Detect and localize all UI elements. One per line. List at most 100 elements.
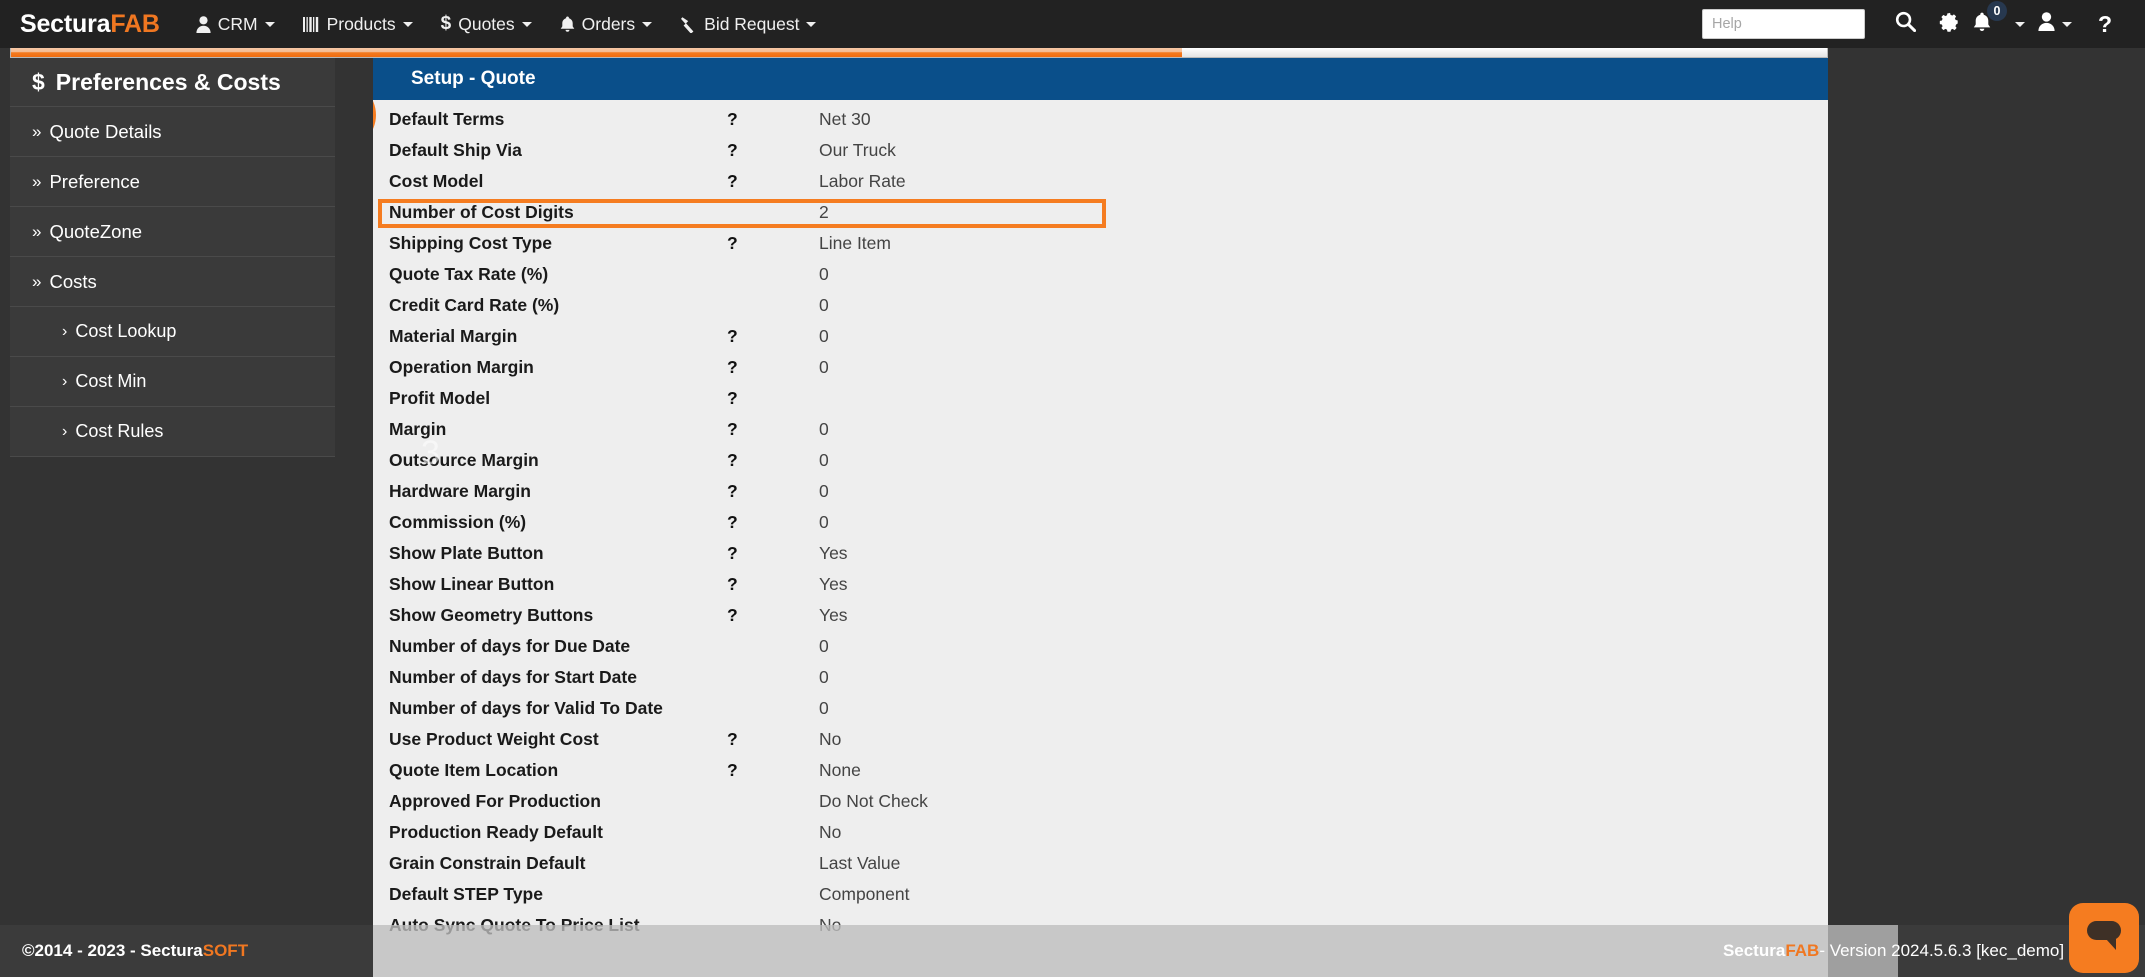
sidebar-item-quotezone[interactable]: » QuoteZone bbox=[10, 207, 335, 257]
table-row[interactable]: Quote Item Location?None bbox=[373, 755, 1828, 786]
setting-value[interactable]: Labor Rate bbox=[819, 171, 906, 192]
setting-label: Cost Model bbox=[389, 171, 727, 192]
setting-help-icon[interactable]: ? bbox=[727, 419, 819, 440]
account-button[interactable] bbox=[2027, 0, 2083, 48]
chevron-double-right-icon: » bbox=[32, 172, 41, 192]
setting-label: Quote Tax Rate (%) bbox=[389, 264, 727, 285]
setting-help-icon[interactable]: ? bbox=[727, 605, 819, 626]
table-row[interactable]: Material Margin?0 bbox=[373, 321, 1828, 352]
table-row[interactable]: Number of days for Valid To Date0 bbox=[373, 693, 1828, 724]
setting-value[interactable]: 0 bbox=[819, 264, 829, 285]
nav-item-bid-request[interactable]: Bid Request bbox=[666, 0, 830, 48]
chevron-down-icon bbox=[403, 22, 413, 27]
setting-value[interactable]: 0 bbox=[819, 295, 829, 316]
setting-value[interactable]: Net 30 bbox=[819, 109, 871, 130]
setting-value[interactable]: 0 bbox=[819, 326, 829, 347]
settings-button[interactable] bbox=[1927, 0, 1971, 48]
setting-value[interactable]: 0 bbox=[819, 481, 829, 502]
setting-value[interactable]: 0 bbox=[819, 357, 829, 378]
setting-value[interactable]: 0 bbox=[819, 512, 829, 533]
setting-help-icon[interactable]: ? bbox=[727, 233, 819, 254]
setting-help-icon[interactable]: ? bbox=[727, 512, 819, 533]
nav-item-orders[interactable]: Orders bbox=[546, 0, 666, 48]
setting-value[interactable]: No bbox=[819, 729, 841, 750]
setting-value[interactable]: Line Item bbox=[819, 233, 891, 254]
sidebar-item-preference[interactable]: » Preference bbox=[10, 157, 335, 207]
help-search-input[interactable] bbox=[1702, 9, 1865, 39]
setting-help-icon[interactable]: ? bbox=[727, 326, 819, 347]
table-row[interactable]: Default Terms?Net 30 bbox=[373, 104, 1828, 135]
sidebar-item-cost-lookup[interactable]: › Cost Lookup bbox=[10, 307, 335, 357]
setting-value[interactable]: 0 bbox=[819, 419, 829, 440]
notifications-button[interactable]: 0 bbox=[1971, 0, 2027, 48]
nav-item-quotes[interactable]: $ Quotes bbox=[427, 0, 546, 48]
setting-label: Number of days for Start Date bbox=[389, 667, 727, 688]
setting-help-icon[interactable]: ? bbox=[727, 357, 819, 378]
table-row[interactable]: Show Plate Button?Yes bbox=[373, 538, 1828, 569]
brand-logo[interactable]: SecturaFAB bbox=[20, 10, 160, 39]
setting-help-icon[interactable]: ? bbox=[727, 450, 819, 471]
setting-value[interactable]: None bbox=[819, 760, 861, 781]
setting-help-icon[interactable]: ? bbox=[727, 171, 819, 192]
setting-help-icon[interactable]: ? bbox=[727, 481, 819, 502]
table-row[interactable]: Profit Model? bbox=[373, 383, 1828, 414]
table-row[interactable]: Show Geometry Buttons?Yes bbox=[373, 600, 1828, 631]
setting-help-icon[interactable]: ? bbox=[727, 543, 819, 564]
setting-help-icon[interactable]: ? bbox=[727, 574, 819, 595]
table-row[interactable]: Number of days for Start Date 0 bbox=[373, 662, 1828, 693]
chat-widget-button[interactable] bbox=[2069, 903, 2139, 973]
table-row[interactable]: Commission (%)?0 bbox=[373, 507, 1828, 538]
table-row[interactable]: Credit Card Rate (%) 0 bbox=[373, 290, 1828, 321]
footer-copyright-text: ©2014 - 2023 - Sectura bbox=[22, 941, 203, 961]
setting-help-icon[interactable]: ? bbox=[727, 729, 819, 750]
setting-value[interactable]: 2 bbox=[819, 202, 829, 223]
chevron-down-icon bbox=[2062, 22, 2072, 27]
search-button[interactable] bbox=[1883, 0, 1927, 48]
sidebar-item-cost-min[interactable]: › Cost Min bbox=[10, 357, 335, 407]
setting-help-icon[interactable]: ? bbox=[727, 760, 819, 781]
setting-value[interactable]: Yes bbox=[819, 543, 848, 564]
bell-icon bbox=[560, 16, 575, 33]
nav-item-crm[interactable]: CRM bbox=[182, 0, 289, 48]
table-row[interactable]: Default Ship Via?Our Truck bbox=[373, 135, 1828, 166]
sidebar-item-costs[interactable]: » Costs bbox=[10, 257, 335, 307]
table-row[interactable]: Margin?0 bbox=[373, 414, 1828, 445]
nav-item-products[interactable]: Products bbox=[289, 0, 427, 48]
setting-value[interactable]: Yes bbox=[819, 605, 848, 626]
table-row[interactable]: Use Product Weight Cost?No bbox=[373, 724, 1828, 755]
table-row[interactable]: Grain Constrain DefaultLast Value bbox=[373, 848, 1828, 879]
setting-value[interactable]: Component bbox=[819, 884, 909, 905]
help-button[interactable]: ? bbox=[2083, 0, 2127, 48]
nav-item-crm-label: CRM bbox=[218, 14, 258, 35]
table-row[interactable]: Cost Model?Labor Rate bbox=[373, 166, 1828, 197]
footer-copyright: ©2014 - 2023 - SecturaSOFT bbox=[0, 925, 373, 977]
setting-label: Credit Card Rate (%) bbox=[389, 295, 727, 316]
table-row[interactable]: Production Ready DefaultNo bbox=[373, 817, 1828, 848]
table-row[interactable]: Quote Tax Rate (%) 0 bbox=[373, 259, 1828, 290]
table-row[interactable]: Shipping Cost Type?Line Item bbox=[373, 228, 1828, 259]
setting-value[interactable]: Do Not Check bbox=[819, 791, 928, 812]
sidebar-item-cost-rules[interactable]: › Cost Rules bbox=[10, 407, 335, 457]
table-row[interactable]: Default STEP TypeComponent bbox=[373, 879, 1828, 910]
setting-label: Hardware Margin bbox=[389, 481, 727, 502]
setting-value[interactable]: Our Truck bbox=[819, 140, 896, 161]
table-row[interactable]: Number of days for Due Date0 bbox=[373, 631, 1828, 662]
table-row[interactable]: Hardware Margin?0 bbox=[373, 476, 1828, 507]
table-row[interactable]: Approved For ProductionDo Not Check bbox=[373, 786, 1828, 817]
setting-help-icon[interactable]: ? bbox=[727, 140, 819, 161]
sidebar-item-label: Quote Details bbox=[49, 121, 161, 143]
setting-value[interactable]: Last Value bbox=[819, 853, 900, 874]
table-row[interactable]: Operation Margin?0 bbox=[373, 352, 1828, 383]
setting-value[interactable]: 0 bbox=[819, 636, 829, 657]
setting-help-icon[interactable]: ? bbox=[727, 388, 819, 409]
setting-value[interactable]: No bbox=[819, 822, 841, 843]
setting-value[interactable]: 0 bbox=[819, 450, 829, 471]
sidebar-item-quote-details[interactable]: » Quote Details bbox=[10, 107, 335, 157]
table-row[interactable]: Outsource Margin?0 bbox=[373, 445, 1828, 476]
setting-value[interactable]: 0 bbox=[819, 698, 829, 719]
setting-value[interactable]: 0 bbox=[819, 667, 829, 688]
table-row[interactable]: Show Linear Button?Yes bbox=[373, 569, 1828, 600]
setting-help-icon[interactable]: ? bbox=[727, 109, 819, 130]
setting-value[interactable]: Yes bbox=[819, 574, 848, 595]
table-row[interactable]: Number of Cost Digits2 bbox=[373, 197, 1828, 228]
